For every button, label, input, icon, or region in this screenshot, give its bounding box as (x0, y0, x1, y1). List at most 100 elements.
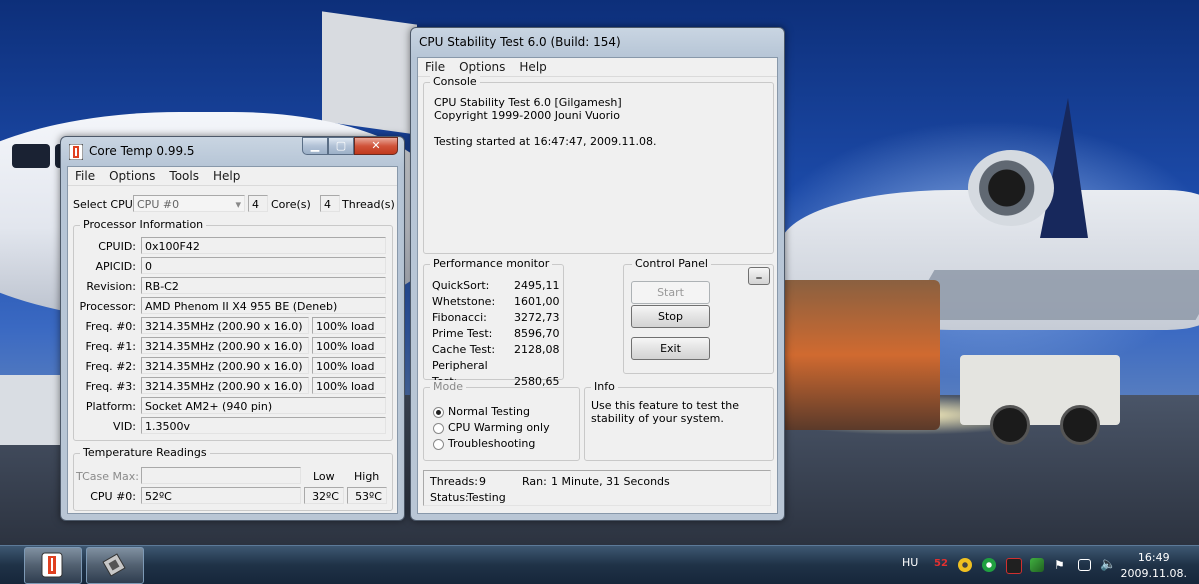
perf-row: Whetstone: 1601,00 (432, 294, 560, 310)
temp-readings-label: Temperature Readings (80, 446, 210, 459)
console-label: Console (430, 75, 480, 88)
maximize-button[interactable]: ▢ (328, 137, 354, 155)
perf-name: QuickSort: (432, 279, 490, 292)
menu-tools[interactable]: Tools (162, 167, 206, 185)
perf-row: QuickSort: 2495,11 (432, 278, 560, 294)
menu-file[interactable]: File (418, 58, 452, 76)
freq2-load: 100% load (312, 357, 386, 374)
cpu-stability-window[interactable]: CPU Stability Test 6.0 (Build: 154) File… (410, 27, 785, 521)
start-button[interactable]: Start (631, 281, 710, 304)
cst-title: CPU Stability Test 6.0 (Build: 154) (419, 35, 621, 49)
freq3-label: Freq. #3: (85, 380, 136, 393)
minimize-button[interactable]: ▁ (302, 137, 328, 155)
coretemp-taskbar-icon (41, 552, 63, 578)
mode-troubleshooting-radio[interactable] (433, 439, 444, 450)
processor-value: AMD Phenom II X4 955 BE (Deneb) (141, 297, 386, 314)
clock-date: 2009.11.08. (1120, 567, 1187, 580)
threads-value: 9 (479, 475, 486, 488)
revision-value: RB-C2 (141, 277, 386, 294)
wallpaper-wing (905, 270, 1199, 320)
vid-label: VID: (113, 420, 136, 433)
cst-client: File Options Help Console CPU Stability … (417, 57, 778, 514)
console-line: CPU Stability Test 6.0 [Gilgamesh] (434, 96, 622, 109)
ran-value: 1 Minute, 31 Seconds (551, 475, 670, 488)
clock-time: 16:49 (1137, 551, 1170, 564)
threads-label: Threads: (430, 475, 478, 488)
freq1-label: Freq. #1: (85, 340, 136, 353)
cpu0-temp-value: 52ºC (141, 487, 301, 504)
network-monitor-icon[interactable] (1006, 558, 1022, 574)
cores-count: 4 (248, 195, 268, 212)
tcase-value (141, 467, 301, 484)
freq3-value: 3214.35MHz (200.90 x 16.0) (141, 377, 309, 394)
tray-language[interactable]: HU (902, 556, 918, 569)
taskbar-coretemp-button[interactable] (24, 547, 82, 584)
collapse-button[interactable]: _ (748, 267, 770, 285)
taskbar: HU 52 ⚑ 🔈 16:49 2009.11.08. (0, 545, 1199, 584)
platform-label: Platform: (85, 400, 136, 413)
wallpaper-dolly (0, 375, 60, 445)
menu-options[interactable]: Options (102, 167, 162, 185)
perf-row: Cache Test: 2128,08 (432, 342, 560, 358)
select-cpu-value: CPU #0 (137, 198, 180, 211)
tcase-label: TCase Max: (76, 470, 139, 483)
coretemp-client: File Options Tools Help Select CPU: CPU … (67, 166, 398, 514)
apicid-value: 0 (141, 257, 386, 274)
chevron-down-icon: ▾ (235, 198, 241, 211)
console-line: Copyright 1999-2000 Jouni Vuorio (434, 109, 620, 122)
taskbar-cst-button[interactable] (86, 547, 144, 584)
tray-temp-readout[interactable]: 52 (934, 558, 948, 569)
disc-icon[interactable] (958, 558, 972, 572)
security-icon[interactable] (1030, 558, 1044, 572)
perf-name: Cache Test: (432, 343, 496, 356)
freq1-value: 3214.35MHz (200.90 x 16.0) (141, 337, 309, 354)
update-icon[interactable] (982, 558, 996, 572)
ran-label: Ran: (522, 475, 547, 488)
coretemp-window[interactable]: Core Temp 0.99.5 ▁ ▢ ✕ File Options Tool… (60, 136, 405, 521)
perf-value: 8596,70 (514, 327, 560, 340)
freq2-value: 3214.35MHz (200.90 x 16.0) (141, 357, 309, 374)
coretemp-app-icon (69, 144, 83, 160)
freq2-label: Freq. #2: (85, 360, 136, 373)
mode-warming-radio[interactable] (433, 423, 444, 434)
perf-row: Prime Test: 8596,70 (432, 326, 560, 342)
perf-name: Fibonacci: (432, 311, 487, 324)
mode-warming-label[interactable]: CPU Warming only (448, 421, 550, 434)
stop-button[interactable]: Stop (631, 305, 710, 328)
perf-value: 2128,08 (514, 343, 560, 356)
flag-icon[interactable]: ⚑ (1054, 558, 1068, 572)
wallpaper-wheel (1060, 405, 1100, 445)
exit-button[interactable]: Exit (631, 337, 710, 360)
select-cpu-label: Select CPU: (73, 198, 137, 211)
cores-label: Core(s) (271, 198, 311, 211)
network-icon[interactable] (1078, 559, 1091, 571)
select-cpu-dropdown[interactable]: CPU #0 ▾ (133, 195, 245, 212)
coretemp-titlebar[interactable]: Core Temp 0.99.5 ▁ ▢ ✕ (61, 137, 404, 165)
perf-list: QuickSort: 2495,11 Whetstone: 1601,00 Fibo… (432, 278, 560, 390)
status-panel: Threads: 9 Ran: 1 Minute, 31 Seconds Sta… (423, 470, 771, 506)
freq0-label: Freq. #0: (85, 320, 136, 333)
performance-monitor-label: Performance monitor (430, 257, 553, 270)
high-header: High (354, 470, 380, 483)
coretemp-menubar: File Options Tools Help (68, 167, 397, 186)
close-button[interactable]: ✕ (354, 137, 398, 155)
volume-icon[interactable]: 🔈 (1100, 558, 1116, 572)
menu-options[interactable]: Options (452, 58, 512, 76)
platform-value: Socket AM2+ (940 pin) (141, 397, 386, 414)
menu-help[interactable]: Help (206, 167, 247, 185)
coretemp-title: Core Temp 0.99.5 (89, 144, 195, 158)
chip-icon (102, 553, 126, 577)
low-header: Low (313, 470, 335, 483)
perf-row: Fibonacci: 3272,73 (432, 310, 560, 326)
mode-normal-radio[interactable] (433, 407, 444, 418)
wallpaper-loader (322, 11, 417, 135)
taskbar-clock[interactable]: 16:49 2009.11.08. (1121, 550, 1187, 582)
perf-value: 1601,00 (514, 295, 560, 308)
menu-help[interactable]: Help (512, 58, 553, 76)
menu-file[interactable]: File (68, 167, 102, 185)
mode-normal-label[interactable]: Normal Testing (448, 405, 530, 418)
apicid-label: APICID: (95, 260, 136, 273)
cst-titlebar[interactable]: CPU Stability Test 6.0 (Build: 154) (411, 28, 784, 56)
threads-label: Thread(s) (342, 198, 395, 211)
mode-troubleshooting-label[interactable]: Troubleshooting (448, 437, 535, 450)
